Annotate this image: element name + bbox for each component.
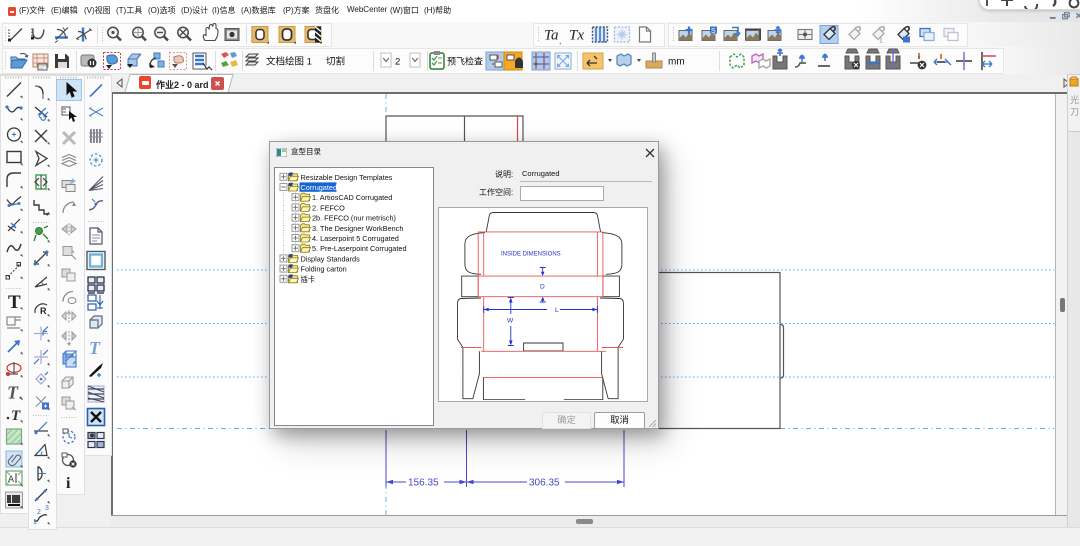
svg-text:S: S — [711, 28, 716, 35]
svg-text:R: R — [40, 306, 47, 316]
svg-text:光: 光 — [1070, 94, 1079, 105]
svg-text:i: i — [66, 475, 71, 492]
svg-text:Resizable Design Templates: Resizable Design Templates — [301, 173, 393, 182]
svg-text:刀: 刀 — [1070, 107, 1079, 117]
svg-text:1: 1 — [33, 519, 37, 526]
svg-text:Ta: Ta — [544, 28, 558, 44]
svg-text:Corrugated: Corrugated — [301, 183, 338, 192]
svg-text:156.35: 156.35 — [408, 478, 439, 489]
svg-text:2: 2 — [395, 57, 400, 68]
svg-text:预飞检查: 预飞检查 — [447, 56, 483, 67]
svg-text:306.35: 306.35 — [529, 478, 560, 489]
svg-text:文档绘图 1: 文档绘图 1 — [266, 56, 312, 68]
svg-text:切割: 切割 — [326, 56, 345, 68]
svg-text:T: T — [8, 292, 21, 313]
svg-text:W: W — [507, 318, 514, 325]
svg-text:D: D — [540, 284, 545, 291]
svg-text:2b. FEFCO (nur metrisch): 2b. FEFCO (nur metrisch) — [312, 214, 396, 223]
svg-text:2: 2 — [37, 509, 41, 516]
svg-text:,: , — [559, 37, 561, 46]
svg-text:2. FEFCO: 2. FEFCO — [312, 203, 345, 212]
svg-text:1: 1 — [879, 38, 883, 45]
svg-text:插卡: 插卡 — [301, 275, 316, 284]
svg-text:3: 3 — [45, 505, 49, 512]
svg-text:Tx: Tx — [569, 28, 584, 44]
svg-text:3. The Designer WorkBench: 3. The Designer WorkBench — [312, 224, 403, 233]
svg-text:T: T — [89, 338, 101, 358]
svg-text:4. Laserpoint 5 Corrugated: 4. Laserpoint 5 Corrugated — [312, 234, 399, 243]
svg-text:T: T — [11, 408, 21, 424]
svg-text:mm: mm — [668, 57, 685, 68]
svg-text:T: T — [7, 383, 19, 403]
svg-text:5. Pre-Laserpoint Corrugated: 5. Pre-Laserpoint Corrugated — [312, 244, 407, 253]
svg-text:Folding carton: Folding carton — [301, 265, 347, 274]
svg-text:Display Standards: Display Standards — [301, 254, 361, 263]
svg-text:INSIDE DIMENSIONS: INSIDE DIMENSIONS — [501, 252, 561, 258]
svg-text:L: L — [555, 307, 559, 314]
svg-text:1. ArtiosCAD Corrugated: 1. ArtiosCAD Corrugated — [312, 193, 392, 202]
